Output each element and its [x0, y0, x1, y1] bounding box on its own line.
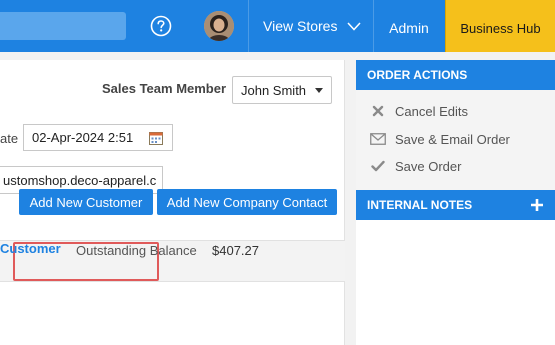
- save-order-label: Save Order: [395, 158, 462, 174]
- order-actions-title: ORDER ACTIONS: [367, 68, 468, 82]
- admin-label: Admin: [389, 20, 429, 36]
- internal-notes-header: INTERNAL NOTES: [356, 190, 555, 220]
- caret-down-icon: [315, 88, 323, 93]
- add-new-customer-label: Add New Customer: [29, 194, 143, 210]
- close-icon: [370, 103, 386, 119]
- envelope-icon: [370, 131, 386, 147]
- business-hub-button[interactable]: Business Hub: [445, 0, 555, 52]
- admin-link[interactable]: Admin: [374, 0, 444, 52]
- customer-link[interactable]: Customer: [0, 241, 61, 256]
- order-date-field[interactable]: 02-Apr-2024 2:51: [23, 124, 173, 151]
- save-order-action[interactable]: Save Order: [370, 157, 461, 175]
- cancel-edits-label: Cancel Edits: [395, 103, 468, 119]
- sales-team-select[interactable]: John Smith: [232, 76, 332, 104]
- help-circle-icon[interactable]: [150, 15, 172, 37]
- save-email-order-action[interactable]: Save & Email Order: [370, 130, 510, 148]
- top-nav-bar: View Stores Admin Business Hub: [0, 0, 555, 52]
- add-new-customer-button[interactable]: Add New Customer: [19, 189, 153, 215]
- cancel-edits-action[interactable]: Cancel Edits: [370, 102, 468, 120]
- view-stores-menu[interactable]: View Stores: [249, 0, 373, 52]
- internal-notes-title: INTERNAL NOTES: [367, 198, 473, 212]
- sales-team-label: Sales Team Member: [102, 81, 227, 96]
- order-sidebar: ORDER ACTIONS Cancel Edits Save & Email …: [356, 60, 555, 345]
- outstanding-balance-label: Outstanding Balance: [76, 243, 197, 258]
- plus-icon[interactable]: [529, 197, 545, 213]
- chevron-down-icon: [347, 18, 362, 34]
- order-actions-header: ORDER ACTIONS: [356, 60, 555, 90]
- internal-notes-body[interactable]: [356, 220, 555, 345]
- sales-team-value: John Smith: [241, 82, 307, 98]
- store-url-value: ustomshop.deco-apparel.c: [3, 172, 157, 188]
- view-stores-label: View Stores: [263, 18, 338, 34]
- business-hub-label: Business Hub: [460, 20, 541, 36]
- avatar[interactable]: [204, 11, 234, 41]
- date-label: ate: [0, 131, 19, 146]
- outstanding-balance-value: $407.27: [212, 243, 259, 258]
- check-icon: [370, 158, 386, 174]
- add-new-company-contact-label: Add New Company Contact: [166, 194, 328, 210]
- search-input[interactable]: [0, 12, 126, 40]
- add-new-company-contact-button[interactable]: Add New Company Contact: [157, 189, 337, 215]
- save-email-order-label: Save & Email Order: [395, 131, 510, 147]
- order-date-value: 02-Apr-2024 2:51: [32, 130, 134, 145]
- calendar-icon[interactable]: [149, 131, 163, 145]
